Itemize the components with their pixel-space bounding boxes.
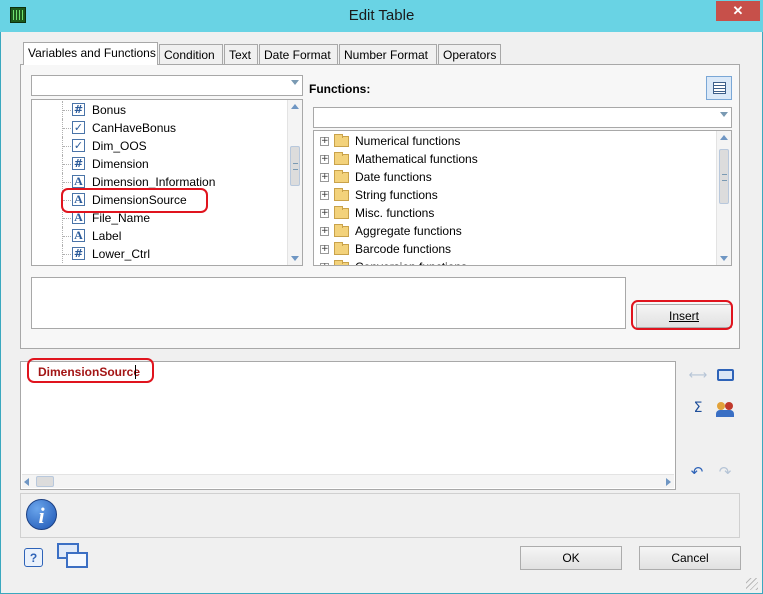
scroll-up-icon[interactable] bbox=[291, 104, 299, 109]
redo-icon[interactable]: ↷ bbox=[716, 463, 734, 481]
variable-label: Bonus bbox=[92, 103, 127, 117]
windows-icon[interactable] bbox=[57, 543, 89, 571]
expand-icon[interactable]: + bbox=[320, 173, 329, 182]
variables-list[interactable]: # Bonus ✓ CanHaveBonus ✓ Dim_OOS # Dimension A Di… bbox=[31, 99, 303, 266]
variable-label: Dimension bbox=[92, 157, 149, 171]
folder-icon bbox=[334, 206, 349, 219]
chevron-down-icon[interactable] bbox=[291, 80, 299, 85]
info-panel: i bbox=[20, 493, 740, 538]
function-category-label: Aggregate functions bbox=[355, 224, 462, 238]
variables-scrollbar[interactable] bbox=[287, 100, 302, 265]
function-description-box bbox=[31, 277, 626, 329]
function-category-label: Mathematical functions bbox=[355, 152, 478, 166]
expand-icon[interactable]: + bbox=[320, 209, 329, 218]
help-icon[interactable]: ? bbox=[24, 548, 43, 567]
users-icon[interactable] bbox=[716, 401, 736, 417]
cancel-button[interactable]: Cancel bbox=[639, 546, 741, 570]
formula-highlight bbox=[27, 358, 154, 383]
list-view-button[interactable] bbox=[706, 76, 732, 100]
folder-icon bbox=[334, 134, 349, 147]
tab-text[interactable]: Text bbox=[224, 44, 258, 64]
number-variable-icon: # bbox=[72, 157, 85, 170]
variables-filter-combo[interactable] bbox=[31, 75, 303, 96]
ok-button[interactable]: OK bbox=[520, 546, 622, 570]
folder-icon bbox=[334, 260, 349, 265]
tab-variables-and-functions[interactable]: Variables and Functions bbox=[23, 42, 158, 65]
chevron-down-icon[interactable] bbox=[720, 112, 728, 117]
wrap-icon[interactable]: ⟷ bbox=[688, 368, 708, 384]
variable-label: CanHaveBonus bbox=[92, 121, 177, 135]
function-category-label: Barcode functions bbox=[355, 242, 452, 256]
tab-date-format[interactable]: Date Format bbox=[259, 44, 338, 64]
folder-icon bbox=[334, 152, 349, 165]
close-button[interactable]: ✕ bbox=[716, 1, 760, 21]
function-category-label: Misc. functions bbox=[355, 206, 435, 220]
scroll-up-icon[interactable] bbox=[720, 135, 728, 140]
folder-icon bbox=[334, 224, 349, 237]
undo-icon[interactable]: ↶ bbox=[688, 463, 706, 481]
variable-label: Dim_OOS bbox=[92, 139, 147, 153]
boolean-variable-icon: ✓ bbox=[72, 121, 85, 134]
expand-icon[interactable]: + bbox=[320, 245, 329, 254]
text-variable-icon: A bbox=[72, 175, 85, 188]
tree-connector bbox=[62, 245, 71, 263]
variable-label: Label bbox=[92, 229, 122, 243]
functions-tree[interactable]: + Numerical functions + Mathematical functi… bbox=[313, 130, 732, 266]
scroll-right-icon[interactable] bbox=[666, 478, 671, 486]
scroll-down-icon[interactable] bbox=[291, 256, 299, 261]
window-title: Edit Table bbox=[348, 7, 415, 24]
folder-icon bbox=[334, 188, 349, 201]
expand-icon[interactable]: + bbox=[320, 137, 329, 146]
list-view-icon bbox=[713, 82, 726, 94]
tab-condition[interactable]: Condition bbox=[159, 44, 223, 64]
folder-icon bbox=[334, 170, 349, 183]
variable-label: Lower_Ctrl bbox=[92, 247, 151, 261]
resize-grip[interactable] bbox=[746, 578, 758, 590]
number-variable-icon: # bbox=[72, 103, 85, 116]
folder-icon bbox=[334, 242, 349, 255]
expand-icon[interactable]: + bbox=[320, 155, 329, 164]
scroll-thumb[interactable] bbox=[290, 146, 300, 186]
function-category-label: Date functions bbox=[355, 170, 432, 184]
scroll-thumb[interactable] bbox=[719, 149, 729, 204]
scroll-left-icon[interactable] bbox=[24, 478, 29, 486]
tree-connector bbox=[62, 119, 71, 137]
text-variable-icon: A bbox=[72, 229, 85, 242]
tree-connector bbox=[62, 101, 71, 119]
scroll-thumb[interactable] bbox=[36, 476, 54, 487]
tab-number-format[interactable]: Number Format bbox=[339, 44, 437, 64]
functions-filter-combo[interactable] bbox=[313, 107, 732, 128]
formula-hscrollbar[interactable] bbox=[22, 474, 674, 488]
function-category-label: Conversion functions bbox=[355, 258, 467, 265]
tab-operators[interactable]: Operators bbox=[438, 44, 501, 64]
sum-icon[interactable]: Σ bbox=[688, 400, 708, 418]
tree-connector bbox=[62, 137, 71, 155]
insert-button-highlight bbox=[631, 300, 733, 330]
expand-icon[interactable]: + bbox=[320, 227, 329, 236]
tree-connector bbox=[62, 227, 71, 245]
functions-heading: Functions: bbox=[309, 82, 371, 96]
tree-connector bbox=[62, 155, 71, 173]
functions-scrollbar[interactable] bbox=[716, 131, 731, 265]
function-category-label: String functions bbox=[355, 188, 438, 202]
selected-variable-highlight bbox=[61, 188, 208, 213]
boolean-variable-icon: ✓ bbox=[72, 139, 85, 152]
expand-icon[interactable]: + bbox=[320, 263, 329, 265]
info-icon: i bbox=[26, 499, 57, 530]
expand-icon[interactable]: + bbox=[320, 191, 329, 200]
scroll-down-icon[interactable] bbox=[720, 256, 728, 261]
function-category-label: Numerical functions bbox=[355, 134, 461, 148]
number-variable-icon: # bbox=[72, 247, 85, 260]
expression-box-icon[interactable] bbox=[717, 369, 734, 381]
